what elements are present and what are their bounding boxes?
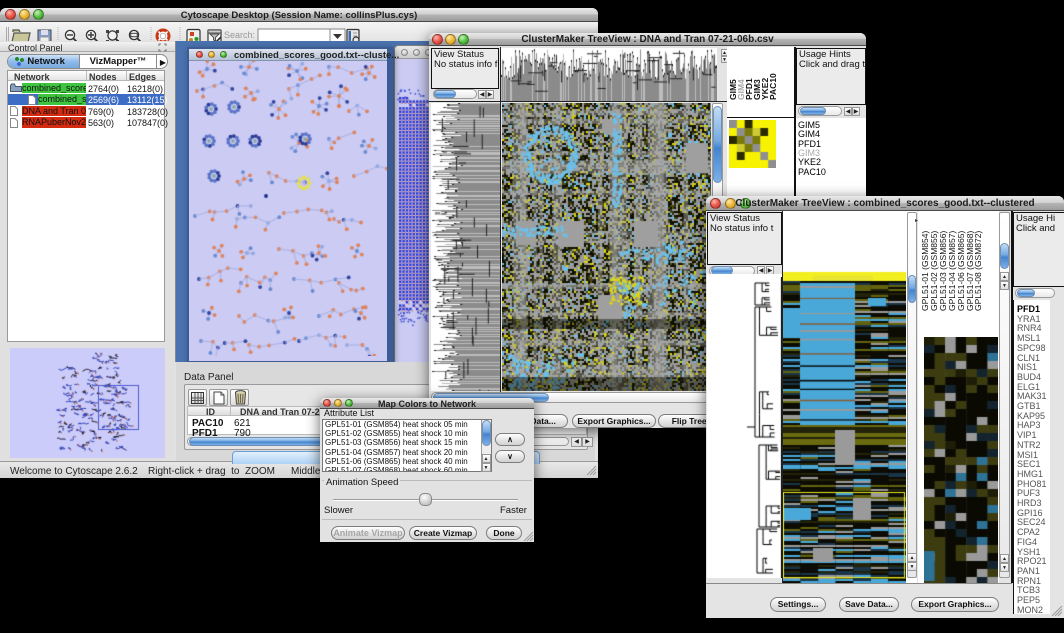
svg-text:Search:: Search:: [224, 30, 255, 40]
